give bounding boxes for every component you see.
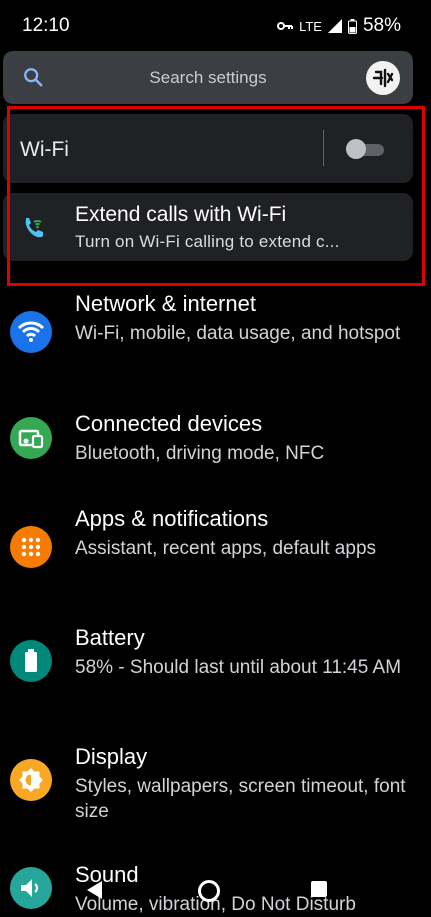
wifi-icon	[10, 311, 52, 353]
network-type: LTE	[299, 18, 322, 34]
apps-grid-icon	[10, 526, 52, 568]
battery-icon	[10, 640, 52, 682]
settings-item-title: Apps & notifications	[75, 506, 269, 531]
settings-item-subtitle: 58% - Should last until about 11:45 AM	[75, 657, 402, 678]
settings-item-subtitle: Assistant, recent apps, default apps	[75, 538, 377, 559]
settings-item-subtitle: Wi-Fi, mobile, data usage, and hotspot	[75, 323, 401, 344]
settings-item-subtitle: Styles, wallpapers, screen timeout, font…	[75, 776, 406, 822]
avatar[interactable]	[366, 61, 400, 95]
battery-percent: 58%	[362, 15, 401, 36]
settings-item-title: Network & internet	[75, 291, 256, 316]
devices-icon	[10, 417, 52, 459]
navigation-bar	[0, 868, 431, 904]
battery-status-icon	[347, 18, 357, 34]
status-icons: LTE 58%	[277, 15, 401, 37]
signal-icon	[327, 19, 342, 33]
settings-item-title: Connected devices	[75, 411, 263, 436]
search-bar[interactable]: Search settings	[3, 51, 413, 104]
home-icon[interactable]	[198, 880, 220, 902]
highlight-box	[7, 106, 425, 286]
search-placeholder: Search settings	[149, 68, 267, 87]
settings-item-subtitle: Bluetooth, driving mode, NFC	[75, 443, 325, 464]
settings-item-title: Battery	[75, 625, 145, 650]
settings-item-title: Display	[75, 744, 148, 769]
back-icon[interactable]	[87, 881, 102, 899]
status-time: 12:10	[22, 15, 70, 36]
vpn-key-icon	[277, 22, 294, 30]
profile-icon	[372, 68, 394, 88]
brightness-icon	[10, 759, 52, 801]
recents-icon[interactable]	[311, 881, 327, 897]
status-bar: 12:10 LTE 58%	[0, 0, 431, 50]
